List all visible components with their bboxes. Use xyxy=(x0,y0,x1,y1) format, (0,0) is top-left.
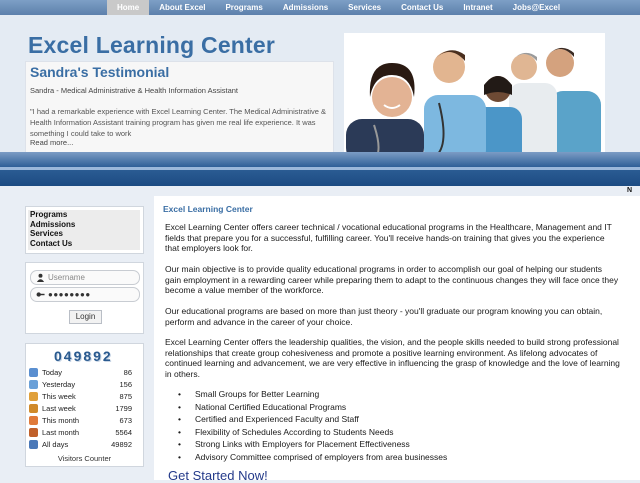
main-nav: Home About Excel Programs Admissions Ser… xyxy=(107,0,570,15)
main-content: Excel Learning Center Excel Learning Cen… xyxy=(154,196,640,483)
list-item: Certified and Experienced Faculty and St… xyxy=(178,413,447,426)
testimonial-quote: "I had a remarkable experience with Exce… xyxy=(30,107,327,138)
this-week-icon xyxy=(29,392,38,401)
healthcare-team-illustration xyxy=(344,33,605,164)
nav-programs[interactable]: Programs xyxy=(215,0,272,15)
site-title: Excel Learning Center xyxy=(28,32,276,58)
all-days-icon xyxy=(29,440,38,449)
today-icon xyxy=(29,368,38,377)
last-month-icon xyxy=(29,428,38,437)
counter-row-value: 86 xyxy=(123,368,132,377)
nav-about-excel[interactable]: About Excel xyxy=(149,0,215,15)
this-month-icon xyxy=(29,416,38,425)
counter-row: Last month 5564 xyxy=(28,427,132,439)
counter-row-value: 673 xyxy=(119,416,132,425)
username-placeholder: Username xyxy=(48,273,85,282)
sidebar-item-programs[interactable]: Programs xyxy=(28,210,140,220)
features-list: Small Groups for Better Learning Nationa… xyxy=(178,388,447,464)
counter-row: This week 875 xyxy=(28,391,132,403)
counter-row-value: 875 xyxy=(119,392,132,401)
sidebar-menu-list: Programs Admissions Services Contact Us xyxy=(28,210,140,250)
sidebar-item-admissions[interactable]: Admissions xyxy=(28,220,140,230)
user-icon xyxy=(36,273,45,282)
sidebar-item-services[interactable]: Services xyxy=(28,229,140,239)
corner-label: N xyxy=(627,187,633,194)
counter-row-value: 49892 xyxy=(111,440,132,449)
nav-jobs[interactable]: Jobs@Excel xyxy=(503,0,570,15)
last-week-icon xyxy=(29,404,38,413)
counter-row-label: All days xyxy=(42,440,69,449)
counter-row-label: Last week xyxy=(42,404,76,413)
counter-row: Yesterday 156 xyxy=(28,379,132,391)
counter-row: This month 673 xyxy=(28,415,132,427)
yesterday-icon xyxy=(29,380,38,389)
counter-row-value: 156 xyxy=(119,380,132,389)
testimonial-title: Sandra's Testimonial xyxy=(30,64,170,80)
testimonial-subtitle: Sandra - Medical Administrative & Health… xyxy=(30,86,239,95)
list-item: Strong Links with Employers for Placemen… xyxy=(178,438,447,451)
content-title: Excel Learning Center xyxy=(163,204,253,214)
counter-row-value: 5564 xyxy=(115,428,132,437)
password-input[interactable]: ●●●●●●●● xyxy=(30,287,140,302)
counter-row-label: Last month xyxy=(42,428,80,437)
list-item: Flexibility of Schedules According to St… xyxy=(178,426,447,439)
counter-row-label: This month xyxy=(42,416,80,425)
counter-row-label: This week xyxy=(42,392,76,401)
key-icon xyxy=(36,292,45,297)
counter-digits: 049892 xyxy=(54,348,113,364)
username-input[interactable]: Username xyxy=(30,270,140,285)
counter-row-label: Today xyxy=(42,368,63,377)
counter-row: All days 49892 xyxy=(28,439,132,451)
counter-row: Today 86 xyxy=(28,367,132,379)
read-more-link[interactable]: Read more... xyxy=(30,138,73,147)
counter-row-label: Yesterday xyxy=(42,380,76,389)
list-item: National Certified Educational Programs xyxy=(178,401,447,414)
get-started-link[interactable]: Get Started Now! xyxy=(168,468,268,483)
visitors-counter: 049892 Today 86 Yesterday 156 This week … xyxy=(25,343,144,467)
list-item: Small Groups for Better Learning xyxy=(178,388,447,401)
content-paragraph: Our main objective is to provide quality… xyxy=(165,264,619,295)
nav-contact-us[interactable]: Contact Us xyxy=(391,0,453,15)
content-paragraph: Excel Learning Center offers the leaders… xyxy=(165,337,620,379)
header-photo-healthcare-team xyxy=(344,33,605,164)
nav-intranet[interactable]: Intranet xyxy=(453,0,502,15)
content-paragraph: Excel Learning Center offers career tech… xyxy=(165,222,612,253)
login-box: Username ●●●●●●●● Login xyxy=(25,262,144,334)
counter-row: Last week 1799 xyxy=(28,403,132,415)
sidebar-item-contact-us[interactable]: Contact Us xyxy=(28,239,140,249)
login-button[interactable]: Login xyxy=(69,310,102,324)
list-item: Advisory Committee comprised of employer… xyxy=(178,451,447,464)
counter-row-value: 1799 xyxy=(115,404,132,413)
nav-admissions[interactable]: Admissions xyxy=(273,0,338,15)
banner-highlight-line xyxy=(0,167,640,170)
testimonial-box: Sandra's Testimonial Sandra - Medical Ad… xyxy=(25,61,334,159)
password-masked-value: ●●●●●●●● xyxy=(48,290,91,299)
sidebar-menu: Programs Admissions Services Contact Us xyxy=(25,206,144,254)
header: Excel Learning Center Sandra's Testimoni… xyxy=(0,15,640,164)
content-paragraph: Our educational programs are based on mo… xyxy=(165,306,603,327)
nav-services[interactable]: Services xyxy=(338,0,391,15)
nav-home[interactable]: Home xyxy=(107,0,150,15)
counter-caption: Visitors Counter xyxy=(57,454,112,463)
